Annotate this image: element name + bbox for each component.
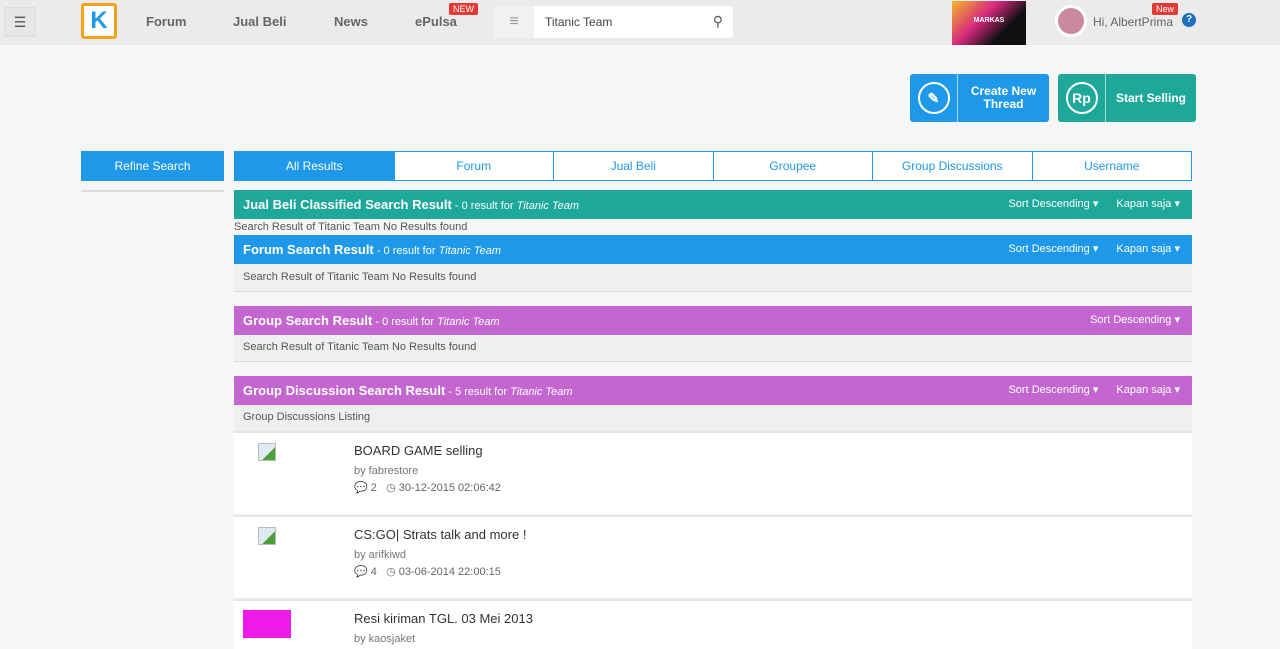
help-icon[interactable]: ? [1182, 13, 1196, 27]
tab-jual-beli[interactable]: Jual Beli [554, 151, 714, 181]
nav-news[interactable]: News [334, 14, 368, 29]
item-date: 03-06-2014 22:00:15 [398, 566, 501, 578]
section-body: Group Discussions Listing [234, 405, 1192, 432]
item-title[interactable]: BOARD GAME selling [354, 443, 483, 458]
section-header-group-discussion: Group Discussion Search Result - 5 resul… [234, 376, 1192, 405]
pencil-icon: ✎ [917, 82, 950, 114]
menu-button[interactable]: ☰ [4, 7, 36, 37]
section-body: Search Result of Titanic Team No Results… [234, 335, 1192, 362]
item-author[interactable]: by kaosjaket [354, 633, 415, 645]
logo[interactable]: K [81, 3, 117, 39]
clock-icon: ◷ [386, 566, 396, 578]
refine-search-button[interactable]: Refine Search [81, 151, 224, 181]
divider [81, 190, 224, 192]
sort-dropdown[interactable]: Sort Descending ▾ [1008, 384, 1098, 396]
search-icon[interactable]: ⚲ [713, 13, 723, 30]
time-dropdown[interactable]: Kapan saja ▾ [1116, 384, 1180, 396]
comment-count: 2 [370, 482, 377, 494]
comment-icon: 💬 [354, 566, 368, 578]
sort-dropdown[interactable]: Sort Descending ▾ [1090, 314, 1180, 326]
item-title[interactable]: Resi kiriman TGL. 03 Mei 2013 [354, 611, 533, 626]
user-greeting[interactable]: Hi, AlbertPrima [1093, 15, 1173, 29]
result-tabs: All Results Forum Jual Beli Groupee Grou… [234, 151, 1192, 181]
tab-groupee[interactable]: Groupee [713, 151, 873, 181]
new-badge: NEW [449, 3, 478, 15]
search-box[interactable]: ≡ Titanic Team ⚲ [494, 6, 733, 38]
tab-username[interactable]: Username [1032, 151, 1192, 181]
tab-forum[interactable]: Forum [394, 151, 554, 181]
start-selling-button[interactable]: Rp Start Selling [1058, 74, 1196, 122]
avatar[interactable] [1055, 5, 1087, 37]
list-item[interactable]: Resi kiriman TGL. 03 Mei 2013 by kaosjak… [234, 599, 1192, 649]
section-body: Search Result of Titanic Team No Results… [234, 221, 468, 233]
list-item[interactable]: CS:GO| Strats talk and more ! by arifkiw… [234, 515, 1192, 597]
section-header-jual-beli: Jual Beli Classified Search Result - 0 r… [234, 190, 1192, 219]
item-date: 30-12-2015 02:06:42 [398, 482, 501, 494]
nav-forum[interactable]: Forum [146, 14, 186, 29]
create-thread-label: Create New Thread [970, 84, 1037, 111]
comment-count: 4 [370, 566, 377, 578]
search-menu-icon[interactable]: ≡ [494, 6, 534, 38]
section-header-forum: Forum Search Result - 0 result for Titan… [234, 235, 1192, 264]
sort-dropdown[interactable]: Sort Descending ▾ [1008, 243, 1098, 255]
thumbnail-image[interactable] [258, 443, 276, 461]
item-author[interactable]: by fabrestore [354, 465, 418, 477]
time-dropdown[interactable]: Kapan saja ▾ [1116, 243, 1180, 255]
sort-dropdown[interactable]: Sort Descending ▾ [1008, 198, 1098, 210]
search-input[interactable]: Titanic Team [545, 15, 612, 29]
promo-banner[interactable]: MARKAS [952, 1, 1026, 45]
clock-icon: ◷ [386, 482, 396, 494]
time-dropdown[interactable]: Kapan saja ▾ [1116, 198, 1180, 210]
item-author[interactable]: by arifkiwd [354, 549, 406, 561]
rupiah-icon: Rp [1065, 82, 1098, 114]
item-title[interactable]: CS:GO| Strats talk and more ! [354, 527, 526, 542]
section-header-group: Group Search Result - 0 result for Titan… [234, 306, 1192, 335]
start-selling-label: Start Selling [1115, 90, 1186, 105]
thumbnail-image[interactable] [243, 610, 291, 638]
tab-all-results[interactable]: All Results [234, 151, 395, 181]
list-item[interactable]: BOARD GAME selling by fabrestore 💬 2 ◷ 3… [234, 431, 1192, 513]
user-new-badge: New [1152, 3, 1179, 15]
nav-jual-beli[interactable]: Jual Beli [233, 14, 286, 29]
comment-icon: 💬 [354, 482, 368, 494]
create-thread-button[interactable]: ✎ Create New Thread [910, 74, 1049, 122]
nav-epulsa[interactable]: ePulsa [415, 14, 457, 29]
thumbnail-image[interactable] [258, 527, 276, 545]
tab-group-discussions[interactable]: Group Discussions [873, 151, 1033, 181]
section-body: Search Result of Titanic Team No Results… [234, 264, 1192, 292]
